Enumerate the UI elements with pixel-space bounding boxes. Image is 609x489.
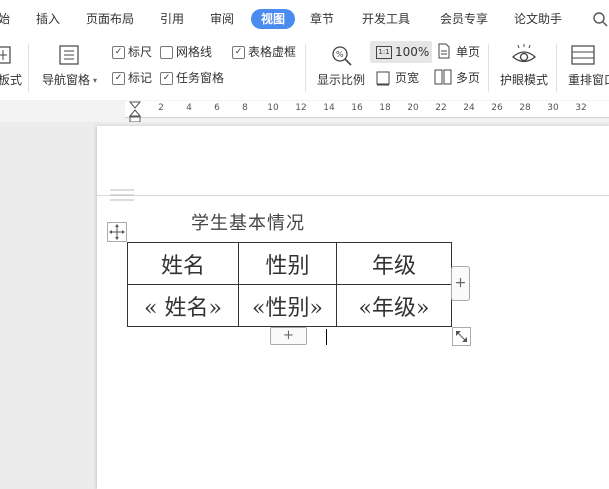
ruler-tick: 12: [295, 103, 307, 113]
task-pane-checkbox[interactable]: ✓: [160, 72, 173, 85]
menu-insert[interactable]: 插入: [36, 11, 60, 27]
ruler-checkbox[interactable]: ✓: [112, 46, 125, 59]
ruler-tick: 24: [463, 103, 475, 113]
ruler-tick: 14: [323, 103, 335, 113]
table-row: « 姓名» «性别» «年级»: [127, 284, 452, 327]
eye-icon[interactable]: [510, 44, 538, 71]
svg-text:%: %: [336, 50, 344, 59]
rearrange-windows-button[interactable]: 重排窗口: [568, 72, 609, 88]
ruler-tick: 2: [158, 103, 164, 113]
document-heading[interactable]: 学生基本情况: [191, 209, 305, 235]
ruler-tick: 28: [519, 103, 531, 113]
ruler-tick: 18: [379, 103, 391, 113]
table-header-cell[interactable]: 性别: [238, 242, 337, 285]
ruler-tick: 26: [491, 103, 503, 113]
ruler-tick: 20: [407, 103, 419, 113]
task-pane-checkbox-label: 任务窗格: [176, 71, 225, 85]
ruler-checkbox-label: 标尺: [128, 45, 153, 59]
menu-view[interactable]: 视图: [251, 9, 296, 29]
multi-page-button[interactable]: 多页: [456, 70, 480, 86]
menu-developer[interactable]: 开发工具: [362, 11, 410, 27]
layout-mode-icon[interactable]: [0, 44, 14, 71]
page-width-icon[interactable]: [375, 70, 391, 89]
merge-field-grade[interactable]: «年级»: [336, 284, 452, 327]
ruler-tick: 8: [242, 103, 248, 113]
page-width-button[interactable]: 页宽: [395, 70, 419, 86]
add-column-button[interactable]: +: [451, 266, 470, 301]
multi-page-icon[interactable]: [434, 69, 452, 88]
single-page-button[interactable]: 单页: [456, 44, 480, 60]
nav-pane-button[interactable]: 导航窗格: [42, 72, 90, 88]
separator: [556, 44, 557, 92]
menu-start[interactable]: 始: [0, 11, 10, 27]
separator: [488, 44, 489, 92]
menu-references[interactable]: 引用: [160, 11, 184, 27]
nav-pane-icon[interactable]: [58, 44, 80, 69]
ruler-tick: 30: [547, 103, 559, 113]
one-to-one-icon: 1:1: [376, 46, 392, 59]
table-gridlines-checkbox[interactable]: ✓: [232, 46, 245, 59]
zoom-100-label: 100%: [395, 45, 430, 59]
layout-mode-label[interactable]: 板式: [0, 72, 22, 88]
merge-field-gender[interactable]: «性别»: [238, 284, 337, 327]
menu-member[interactable]: 会员专享: [440, 11, 488, 27]
table-header-row: 姓名 性别 年级: [127, 242, 452, 285]
separator: [28, 44, 29, 92]
marks-checkbox[interactable]: ✓: [112, 72, 125, 85]
ruler-tick: 4: [186, 103, 192, 113]
table-gridlines-checkbox-label: 表格虚框: [248, 45, 297, 59]
chevron-down-icon[interactable]: ▾: [93, 76, 97, 85]
merge-field-name[interactable]: « 姓名»: [127, 284, 239, 327]
menu-bar: 始 插入 页面布局 引用 审阅 视图 章节 开发工具 会员专享 论文助手: [0, 0, 609, 38]
paragraph-marker-icon: [110, 187, 136, 204]
ruler-tick: 22: [435, 103, 447, 113]
table-resize-icon[interactable]: [452, 327, 471, 346]
menu-paper-assistant[interactable]: 论文助手: [514, 11, 562, 27]
table-header-cell[interactable]: 姓名: [127, 242, 239, 285]
table-header-cell[interactable]: 年级: [336, 242, 452, 285]
data-table[interactable]: 姓名 性别 年级 « 姓名» «性别» «年级»: [127, 242, 452, 327]
table-move-icon[interactable]: [107, 222, 127, 242]
gridlines-checkbox[interactable]: [160, 46, 173, 59]
separator: [305, 44, 306, 92]
search-icon[interactable]: [590, 9, 609, 29]
gridlines-checkbox-label: 网格线: [176, 45, 213, 59]
ruler-tick: 10: [267, 103, 279, 113]
menu-page-layout[interactable]: 页面布局: [86, 11, 134, 27]
menu-chapter[interactable]: 章节: [310, 11, 334, 27]
ribbon: 板式 导航窗格 ▾ ✓ 标尺 网格线 ✓ 表格虚框 ✓ 标记 ✓ 任务窗格 % …: [0, 38, 609, 101]
rearrange-windows-icon[interactable]: [570, 44, 596, 69]
ruler-tick: 32: [575, 103, 587, 113]
marks-checkbox-label: 标记: [128, 71, 153, 85]
header-boundary: [97, 195, 609, 196]
zoom-button[interactable]: 显示比例: [317, 72, 365, 88]
horizontal-ruler[interactable]: 2 4 6 8 10 12 14 16 18 20 22 24 26 28 30…: [125, 101, 609, 118]
single-page-icon[interactable]: [437, 43, 451, 62]
text-cursor: [326, 329, 327, 345]
ruler-tick: 16: [351, 103, 363, 113]
ruler-tick: 6: [214, 103, 220, 113]
eye-mode-button[interactable]: 护眼模式: [500, 72, 548, 88]
zoom-icon[interactable]: %: [330, 44, 354, 71]
add-row-button[interactable]: +: [270, 327, 307, 345]
menu-review[interactable]: 审阅: [210, 11, 234, 27]
